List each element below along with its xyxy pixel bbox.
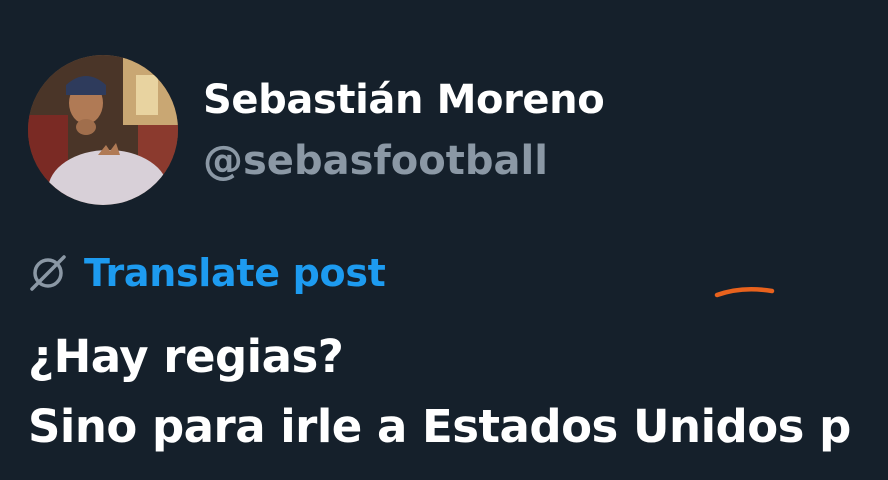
author-avatar[interactable] [28, 55, 178, 205]
post-text-line: Sino para irle a Estados Unidos p [28, 400, 851, 453]
tweet-card: Sebastián Moreno @sebasfootball Translat… [0, 0, 888, 480]
post-body-text: ¿Hay regias? Sino para irle a Estados Un… [28, 322, 888, 462]
avatar-photo-icon [28, 55, 178, 205]
annotation-stroke [714, 286, 775, 298]
translate-post-label: Translate post [84, 251, 386, 295]
post-text-line: ¿Hay regias? [28, 330, 344, 383]
translate-post-link[interactable]: Translate post [28, 248, 386, 298]
author-display-name[interactable]: Sebastián Moreno [203, 74, 605, 126]
translate-globe-icon [30, 255, 66, 291]
author-handle[interactable]: @sebasfootball [203, 135, 548, 187]
